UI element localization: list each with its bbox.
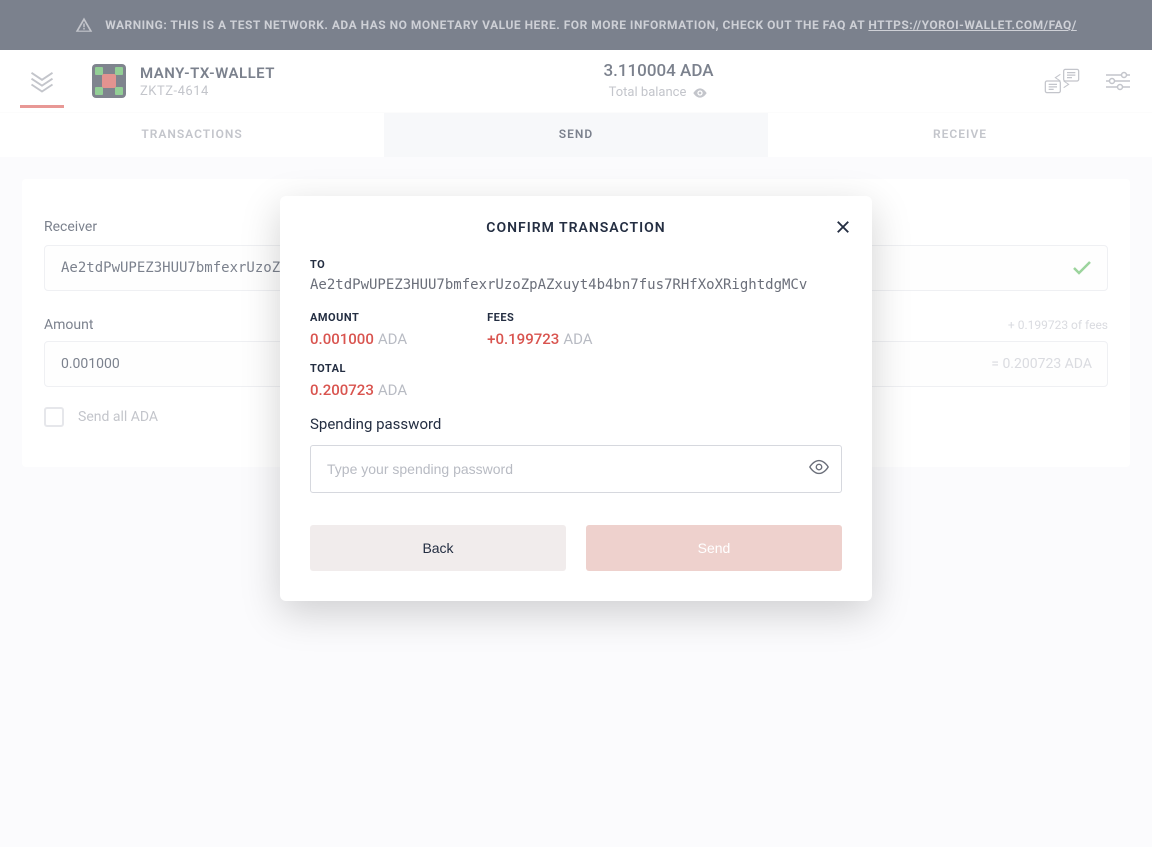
spending-password-input[interactable] <box>310 445 842 493</box>
to-label: TO <box>310 258 842 271</box>
modal-amount-label: AMOUNT <box>310 311 407 324</box>
modal-fees-value: +0.199723ADA <box>487 330 592 348</box>
send-button[interactable]: Send <box>586 525 842 571</box>
close-button[interactable] <box>834 218 852 240</box>
close-icon <box>834 218 852 236</box>
to-address: Ae2tdPwUPEZ3HUU7bmfexrUzoZpAZxuyt4b4bn7f… <box>310 277 842 293</box>
confirm-transaction-modal: CONFIRM TRANSACTION TO Ae2tdPwUPEZ3HUU7b… <box>280 196 872 601</box>
toggle-password-visibility[interactable] <box>808 456 830 482</box>
eye-icon <box>808 456 830 478</box>
modal-total-label: TOTAL <box>310 362 842 375</box>
modal-overlay: CONFIRM TRANSACTION TO Ae2tdPwUPEZ3HUU7b… <box>0 0 1152 847</box>
back-button[interactable]: Back <box>310 525 566 571</box>
modal-fees-label: FEES <box>487 311 592 324</box>
modal-title: CONFIRM TRANSACTION <box>310 220 842 236</box>
spending-password-label: Spending password <box>310 415 842 433</box>
modal-total-value: 0.200723ADA <box>310 381 842 399</box>
modal-amount-value: 0.001000ADA <box>310 330 407 348</box>
